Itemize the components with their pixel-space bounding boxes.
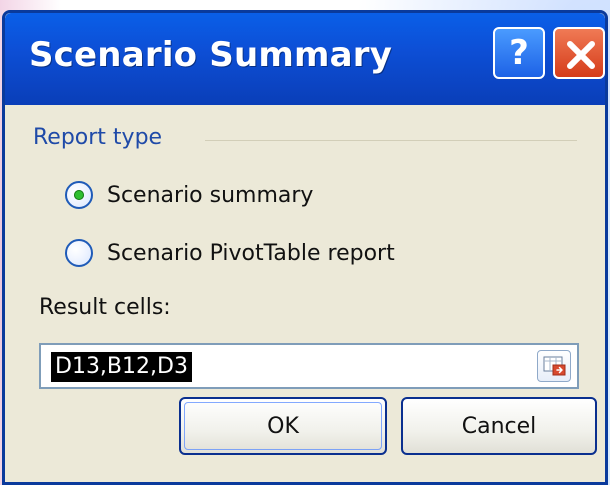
scenario-pivottable-option[interactable]: Scenario PivotTable report — [65, 233, 395, 273]
help-icon: ? — [509, 33, 529, 73]
close-icon — [567, 41, 595, 69]
close-button[interactable] — [553, 27, 605, 79]
group-divider — [205, 140, 577, 141]
result-cells-input[interactable]: D13,B12,D3 — [39, 343, 579, 389]
scenario-pivottable-radio[interactable] — [65, 239, 93, 267]
range-selector-button[interactable] — [537, 350, 571, 382]
titlebar: Scenario Summary ? — [5, 13, 605, 105]
scenario-summary-option[interactable]: Scenario summary — [65, 175, 313, 215]
report-type-group: Report type Scenario summary Scenario Pi… — [33, 125, 577, 311]
dialog-title: Scenario Summary — [29, 35, 393, 75]
ok-button[interactable]: OK — [179, 397, 387, 455]
scenario-summary-label[interactable]: Scenario summary — [107, 183, 313, 208]
cancel-button[interactable]: Cancel — [401, 397, 597, 455]
scenario-pivottable-label[interactable]: Scenario PivotTable report — [107, 241, 395, 266]
scenario-summary-radio[interactable] — [65, 181, 93, 209]
result-cells-value[interactable]: D13,B12,D3 — [51, 352, 192, 382]
help-button[interactable]: ? — [493, 27, 545, 79]
result-cells-label: Result cells: — [39, 295, 171, 320]
report-type-label: Report type — [33, 125, 175, 150]
range-selector-icon — [543, 356, 566, 376]
scenario-summary-dialog: Scenario Summary ? Report type Scenario … — [2, 10, 608, 485]
dialog-content: Report type Scenario summary Scenario Pi… — [5, 105, 605, 482]
